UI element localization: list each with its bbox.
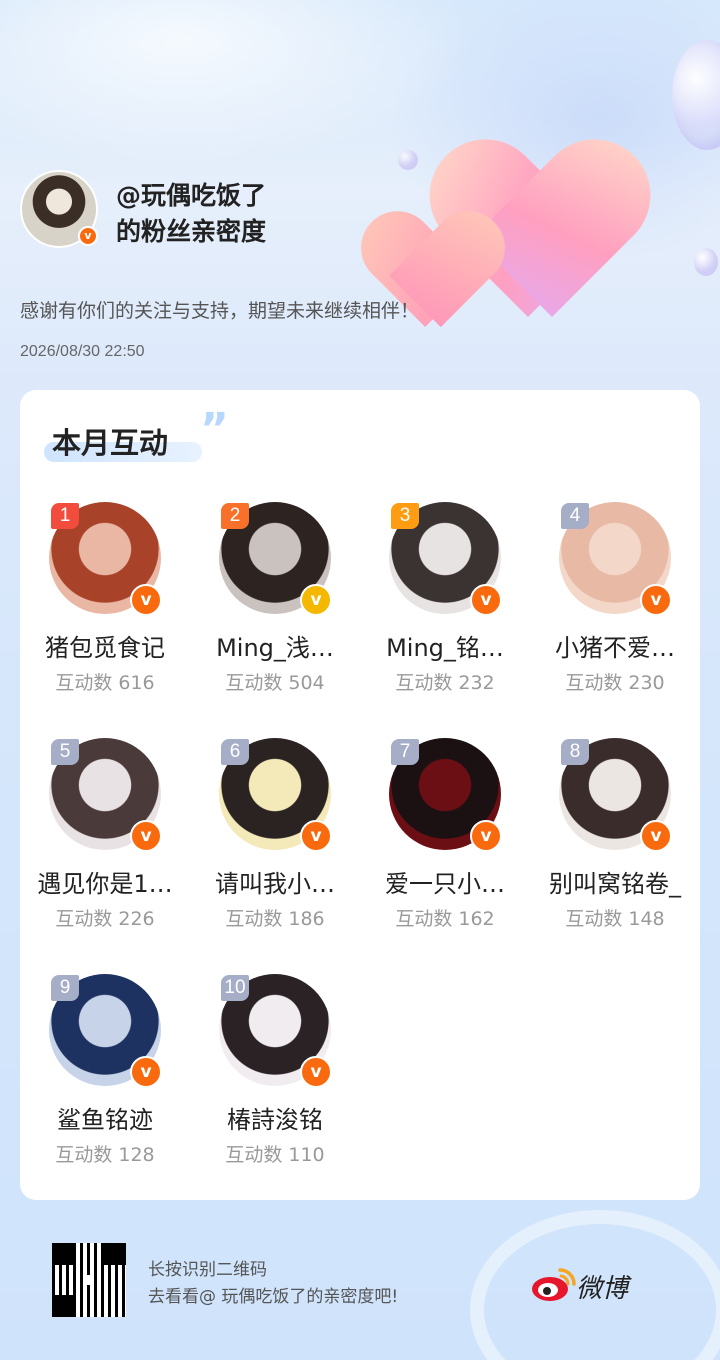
- qr-call-to-action: 去看看@ 玩偶吃饭了的亲密度吧!: [148, 1287, 399, 1307]
- verified-v-icon: v: [130, 584, 162, 616]
- fan-name[interactable]: 椿詩浚铭: [190, 1100, 360, 1135]
- fan-item[interactable]: 5 v 遇见你是1… 互动数 226: [20, 738, 190, 948]
- interaction-count: 互动数 616: [55, 672, 155, 694]
- rank-badge: 5: [51, 739, 79, 765]
- fan-name[interactable]: 猪包觅食记: [20, 628, 190, 663]
- timestamp: 2026/08/30 22:50: [20, 343, 145, 360]
- fan-item[interactable]: 10 v 椿詩浚铭互动数 110: [190, 974, 360, 1184]
- fan-name[interactable]: 遇见你是1…: [20, 864, 190, 899]
- avatar[interactable]: v: [20, 170, 100, 250]
- verified-v-icon: v: [640, 584, 672, 616]
- bubble-decoration: [672, 40, 720, 150]
- verified-v-icon: v: [130, 820, 162, 852]
- interaction-count: 互动数 162: [395, 908, 495, 930]
- weibo-brand: 微博: [576, 1274, 629, 1304]
- quote-icon: ”: [200, 404, 229, 455]
- fan-item[interactable]: 7 v 爱一只小… 互动数 162: [360, 738, 530, 948]
- fan-name[interactable]: 爱一只小…: [360, 864, 530, 899]
- hearts-decoration: [360, 145, 670, 365]
- fan-item[interactable]: 3 v Ming_铭… 互动数 232: [360, 502, 530, 712]
- verified-v-icon: v: [640, 820, 672, 852]
- fan-item[interactable]: 8 v 别叫窝铭卷_ 互动数 148: [530, 738, 700, 948]
- fan-item[interactable]: 2 v Ming_浅… 互动数 504: [190, 502, 360, 712]
- qr-hint: 长按识别二维码: [148, 1260, 267, 1280]
- fan-item[interactable]: 4 v 小猪不爱… 互动数 230: [530, 502, 700, 712]
- interaction-count: 互动数 110: [225, 1144, 325, 1166]
- rank-badge: 6: [221, 739, 249, 765]
- page-title-subtitle: 的粉丝亲密度: [116, 217, 267, 246]
- bubble-decoration: [694, 248, 718, 276]
- fan-name[interactable]: 别叫窝铭卷_: [530, 864, 700, 899]
- qr-code[interactable]: [52, 1243, 126, 1317]
- rank-badge: 2: [221, 503, 249, 529]
- interaction-count: 互动数 232: [395, 672, 495, 694]
- page-title-handle: @玩偶吃饭了: [116, 181, 267, 210]
- fan-name[interactable]: 小猪不爱…: [530, 628, 700, 663]
- interaction-count: 互动数 230: [565, 672, 665, 694]
- fan-name[interactable]: Ming_浅…: [190, 628, 360, 663]
- rank-badge: 8: [561, 739, 589, 765]
- interaction-count: 互动数 504: [225, 672, 325, 694]
- rank-badge: 10: [221, 975, 249, 1001]
- rank-badge: 9: [51, 975, 79, 1001]
- rank-badge: 4: [561, 503, 589, 529]
- verified-v-icon: v: [300, 820, 332, 852]
- verified-v-icon: v: [78, 226, 98, 246]
- interaction-count: 互动数 186: [225, 908, 325, 930]
- verified-v-icon: v: [470, 820, 502, 852]
- verified-v-icon: v: [130, 1056, 162, 1088]
- interaction-count: 互动数 148: [565, 908, 665, 930]
- fan-item[interactable]: 1 v 猪包觅食记互动数 616: [20, 502, 190, 712]
- fan-item[interactable]: 6 v 请叫我小… 互动数 186: [190, 738, 360, 948]
- interaction-count: 互动数 226: [55, 908, 155, 930]
- verified-v-icon: v: [300, 1056, 332, 1088]
- verified-v-icon: v: [300, 584, 332, 616]
- rank-badge: 7: [391, 739, 419, 765]
- section-title: 本月互动: [52, 426, 169, 460]
- verified-v-icon: v: [470, 584, 502, 616]
- rank-badge: 1: [51, 503, 79, 529]
- fan-name[interactable]: 鲨鱼铭迹: [20, 1100, 190, 1135]
- thanks-message: 感谢有你们的关注与支持，期望未来继续相伴！: [20, 300, 420, 322]
- fans-card: 本月互动 ” 1 v 猪包觅食记 互动数 616 2 v Ming_浅… 互动数 504 3 v M…: [20, 390, 700, 1200]
- rank-badge: 3: [391, 503, 419, 529]
- fan-item[interactable]: 9 v 鲨鱼铭迹互动数 128: [20, 974, 190, 1184]
- fan-name[interactable]: 请叫我小…: [190, 864, 360, 899]
- interaction-count: 互动数 128: [55, 1144, 155, 1166]
- fan-name[interactable]: Ming_铭…: [360, 628, 530, 663]
